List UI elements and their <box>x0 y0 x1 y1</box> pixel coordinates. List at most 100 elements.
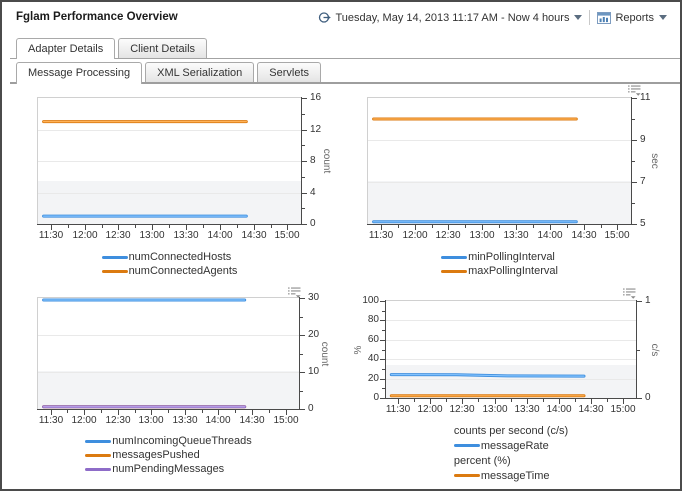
legend-swatch-orange <box>454 474 480 477</box>
x-axis-minor-tick <box>543 399 544 402</box>
legend-item-messagetime[interactable]: messageTime <box>454 468 568 483</box>
y-axis-minor-tick <box>300 354 303 355</box>
x-axis-minor-tick <box>446 399 447 402</box>
y-axis-tick <box>302 98 307 99</box>
fglam-performance-overview-page: Fglam Performance Overview Tuesday, May … <box>0 0 682 491</box>
y-axis-tick <box>637 301 642 302</box>
x-tick-label: 12:30 <box>445 405 479 415</box>
x-tick-label: 14:00 <box>533 231 567 241</box>
legend-item-numincomingqueuethreads[interactable]: numIncomingQueueThreads <box>85 434 251 448</box>
legend-label: numConnectedAgents <box>129 265 238 277</box>
x-tick-label: 14:30 <box>237 231 271 241</box>
y-tick-label: 7 <box>640 177 646 187</box>
tab-client-details[interactable]: Client Details <box>118 38 207 58</box>
chart-legend-rows: minPollingIntervalmaxPollingInterval <box>441 250 558 278</box>
legend-item-numconnectedhosts[interactable]: numConnectedHosts <box>102 250 238 264</box>
x-tick-label: 14:00 <box>203 231 237 241</box>
legend-item-maxpollinginterval[interactable]: maxPollingInterval <box>441 264 558 278</box>
x-tick-label: 13:30 <box>169 231 203 241</box>
y-axis-unit-label: % <box>353 320 365 380</box>
legend-item-numconnectedagents[interactable]: numConnectedAgents <box>102 264 238 278</box>
x-tick-label: 11:30 <box>381 405 415 415</box>
x-axis-minor-tick <box>432 225 433 228</box>
y-tick-label: 0 <box>645 393 651 403</box>
chart-series-canvas <box>38 98 301 224</box>
legend-label: numPendingMessages <box>112 463 224 475</box>
chart-legend-rows: numConnectedHostsnumConnectedAgents <box>102 250 238 278</box>
legend-label: messageRate <box>481 440 549 452</box>
y-axis-minor-tick <box>382 311 385 312</box>
legend-item-messagespushed[interactable]: messagesPushed <box>85 448 251 462</box>
x-tick-label: 12:30 <box>101 416 135 426</box>
y-axis-tick <box>632 140 637 141</box>
tab-adapter-details[interactable]: Adapter Details <box>16 38 115 59</box>
x-tick-label: 12:00 <box>398 231 432 241</box>
x-tick-label: 13:00 <box>134 416 168 426</box>
y-tick-label: 16 <box>310 93 321 103</box>
y-axis-minor-tick <box>300 317 303 318</box>
chart-series-canvas <box>38 298 299 409</box>
y-axis-minor-tick <box>632 161 635 162</box>
x-axis-minor-tick <box>499 225 500 228</box>
chart-legend-rows: numIncomingQueueThreads messagesPushed num… <box>85 434 251 476</box>
legend-swatch-orange <box>85 454 111 457</box>
legend-item-messagerate[interactable]: messageRate <box>454 438 568 453</box>
y-axis-minor-tick <box>382 350 385 351</box>
chart-legend: numIncomingQueueThreads messagesPushed num… <box>37 434 300 476</box>
x-axis-minor-tick <box>102 225 103 228</box>
y-axis-tick <box>380 301 385 302</box>
chart-options-icon[interactable] <box>623 286 636 304</box>
x-tick-label: 14:30 <box>235 416 269 426</box>
primary-tabs: Adapter DetailsClient Details <box>16 38 207 59</box>
legend-label: minPollingInterval <box>468 251 555 263</box>
legend-label: messagesPushed <box>112 449 199 461</box>
chart-legend: counts per second (c/s)messageRatepercen… <box>385 423 637 483</box>
x-axis-minor-tick <box>135 225 136 228</box>
chart-series-canvas <box>368 98 631 224</box>
legend-swatch-orange <box>441 270 467 273</box>
x-tick-label: 13:30 <box>499 231 533 241</box>
x-axis-minor-tick <box>101 410 102 413</box>
x-tick-label: 12:30 <box>101 231 135 241</box>
y-axis-minor-tick <box>302 208 305 209</box>
y-tick-label: 8 <box>310 156 316 166</box>
legend-label: numIncomingQueueThreads <box>112 435 251 447</box>
chart-legend: minPollingIntervalmaxPollingInterval <box>367 250 632 278</box>
legend-item-numpendingmessages[interactable]: numPendingMessages <box>85 462 251 476</box>
y-axis-minor-tick <box>302 177 305 178</box>
legend-swatch-orange <box>102 270 128 273</box>
legend-swatch-blue <box>102 256 128 259</box>
x-tick-label: 14:30 <box>574 405 608 415</box>
legend-item-minpollinginterval[interactable]: minPollingInterval <box>441 250 558 264</box>
y-axis-tick <box>380 340 385 341</box>
tab-xml-serialization[interactable]: XML Serialization <box>145 62 254 82</box>
y-tick-label: 30 <box>308 293 319 303</box>
x-axis-minor-tick <box>607 399 608 402</box>
legend-group-heading: counts per second (c/s) <box>454 423 568 438</box>
x-axis-minor-tick <box>271 225 272 228</box>
x-axis-minor-tick <box>68 225 69 228</box>
tab-servlets[interactable]: Servlets <box>257 62 321 82</box>
y-axis-tick <box>632 224 637 225</box>
x-tick-label: 11:30 <box>34 231 68 241</box>
chart-options-icon[interactable] <box>288 285 301 303</box>
legend-swatch-blue <box>454 444 480 447</box>
x-tick-label: 15:00 <box>270 231 304 241</box>
y-tick-label: 0 <box>354 393 379 403</box>
x-axis-minor-tick <box>269 410 270 413</box>
x-axis-minor-tick <box>168 410 169 413</box>
chart-series-canvas <box>386 301 636 398</box>
tab-message-processing[interactable]: Message Processing <box>16 62 142 84</box>
y-axis-tick <box>300 335 305 336</box>
y-axis-tick <box>632 182 637 183</box>
x-axis-minor-tick <box>67 410 68 413</box>
x-tick-label: 15:00 <box>606 405 640 415</box>
chart-options-icon[interactable] <box>628 83 641 101</box>
y-tick-label: 100 <box>354 296 379 306</box>
x-tick-label: 14:00 <box>201 416 235 426</box>
x-axis-minor-tick <box>478 399 479 402</box>
x-axis-minor-tick <box>135 410 136 413</box>
y-axis-tick <box>302 224 307 225</box>
y-tick-label: 0 <box>310 219 316 229</box>
y-axis-unit-label: count <box>318 324 330 384</box>
